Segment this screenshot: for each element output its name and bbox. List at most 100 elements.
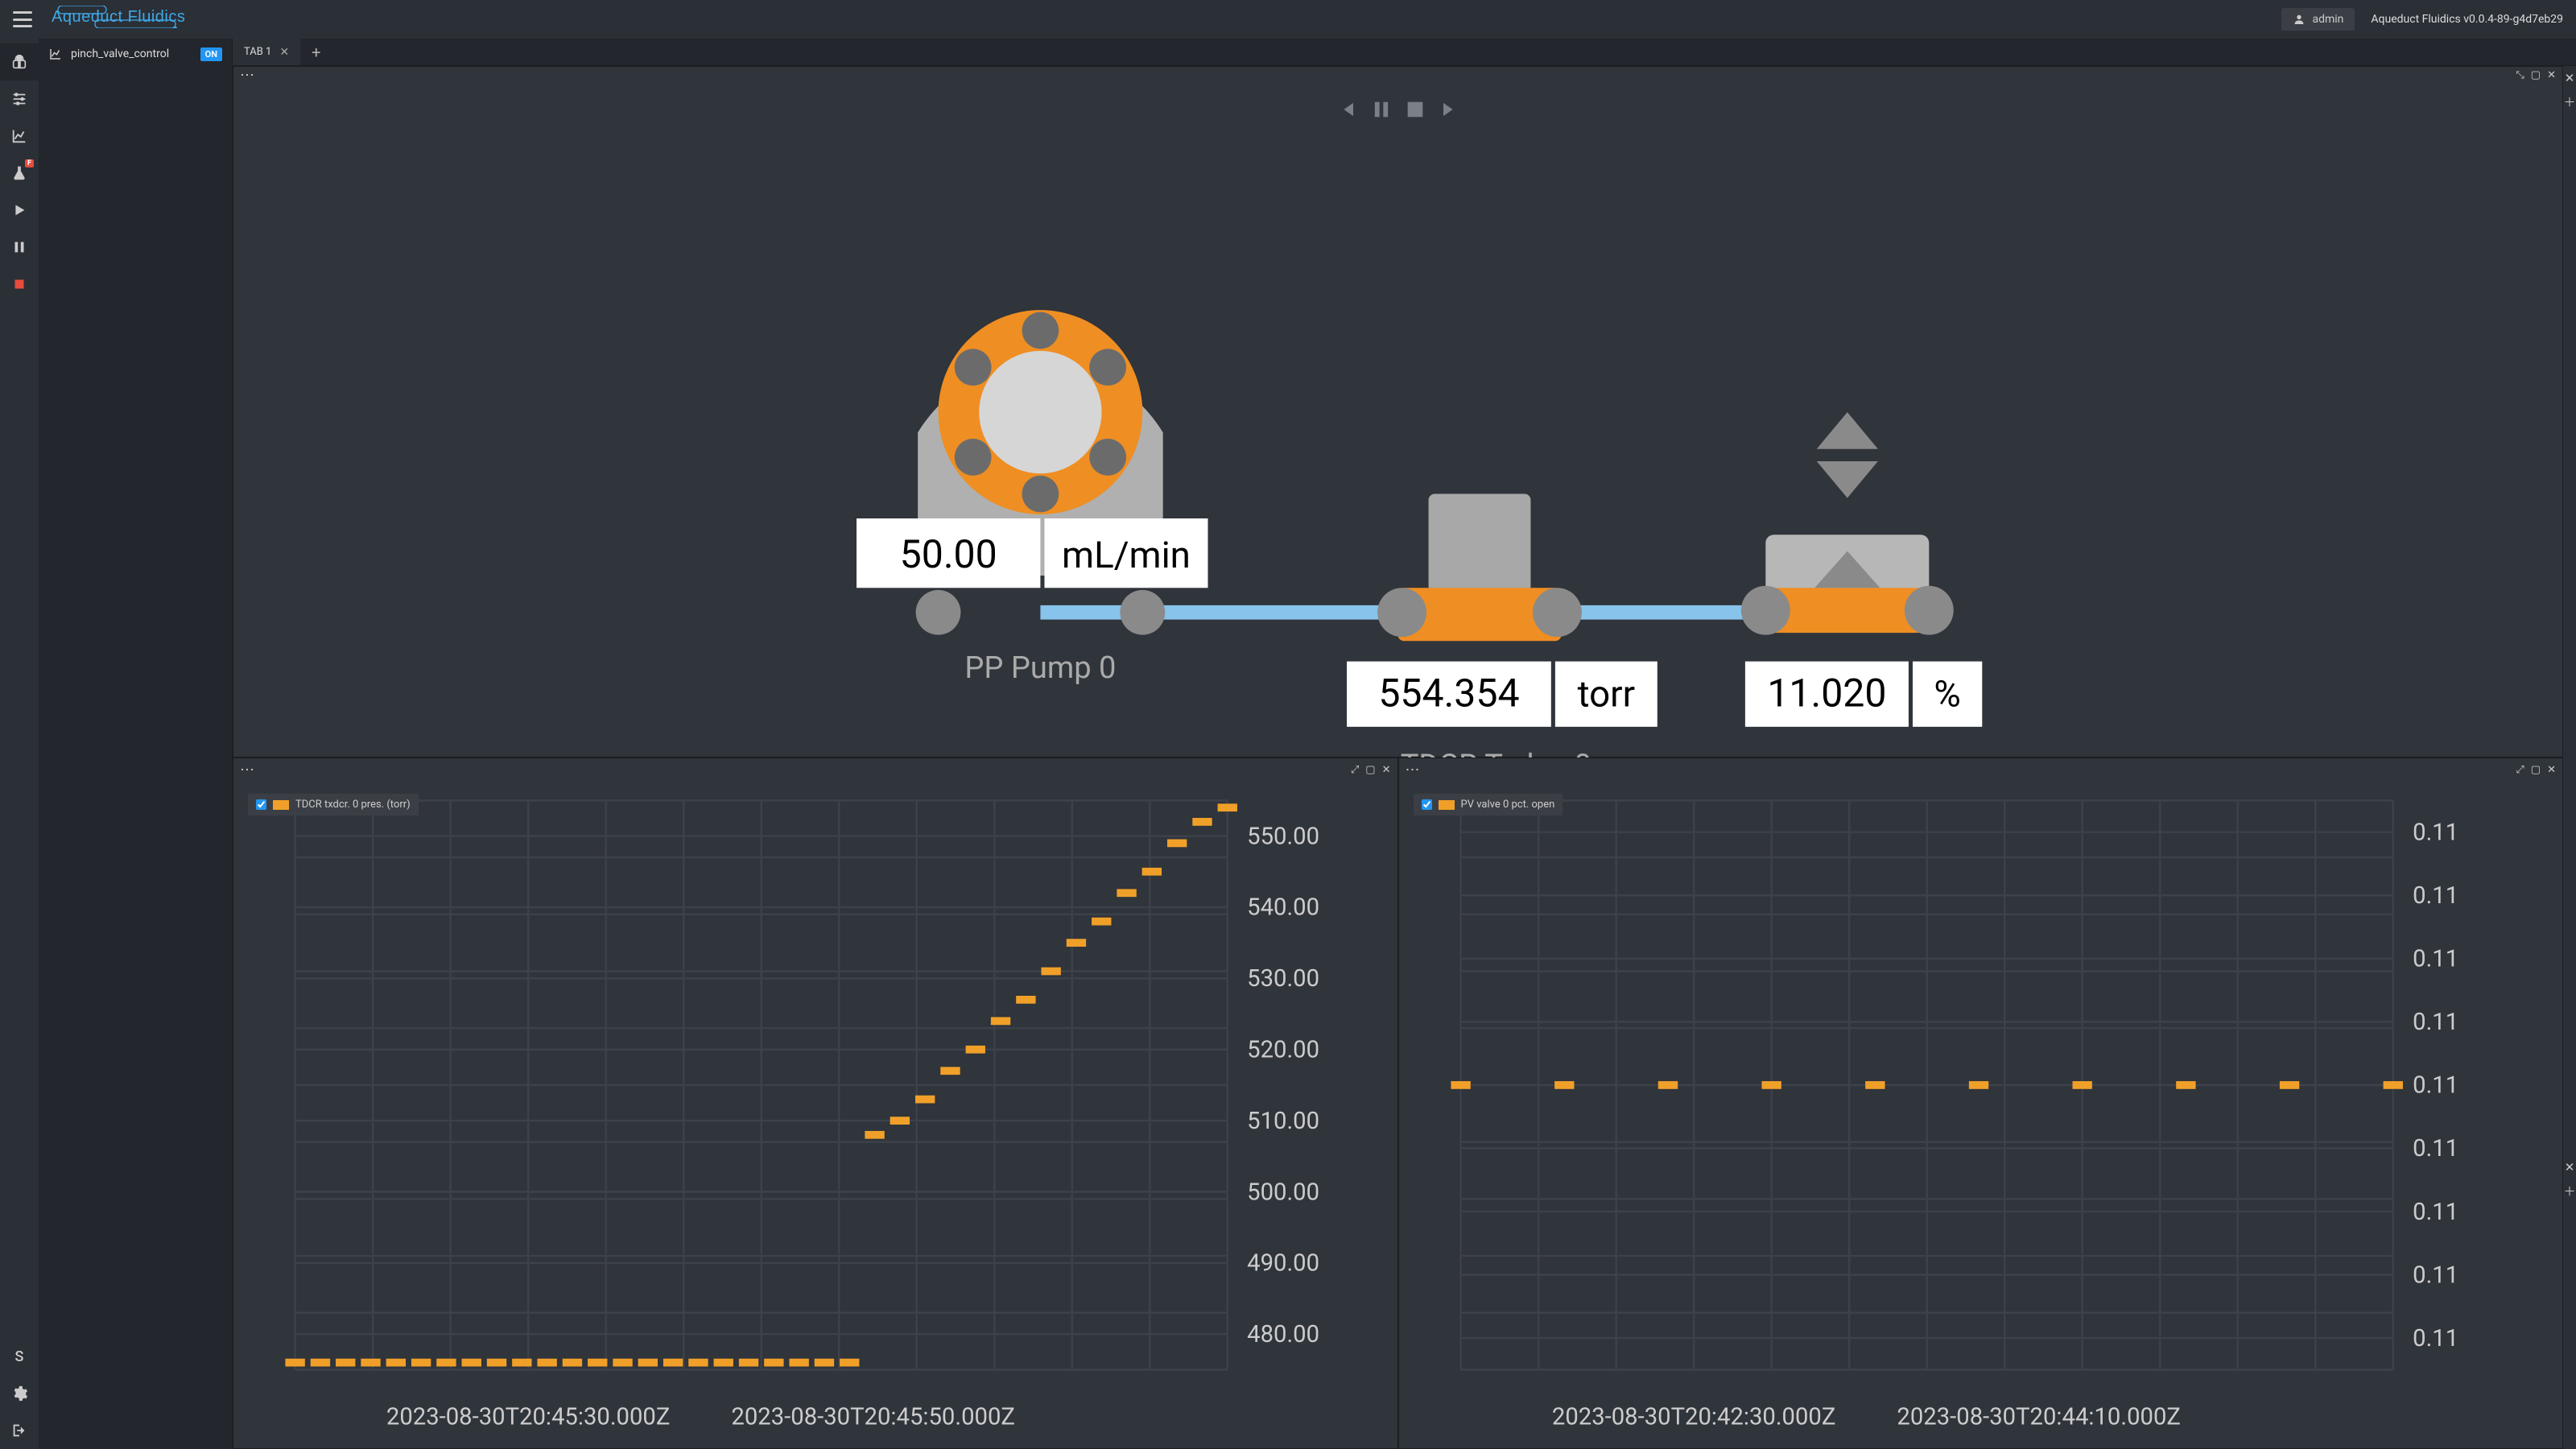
svg-text:0.11: 0.11 bbox=[2413, 1135, 2458, 1162]
panel-close-icon[interactable]: ✕ bbox=[2547, 69, 2556, 81]
rail-sliders-button[interactable] bbox=[0, 80, 39, 118]
legend-swatch bbox=[273, 800, 289, 810]
svg-text:500.00: 500.00 bbox=[1247, 1179, 1319, 1206]
stop-icon[interactable] bbox=[1404, 98, 1426, 121]
transducer-device[interactable]: 554.354 torr TDCR Txdcr. 0 bbox=[1347, 494, 1657, 784]
panel-collapse-icon[interactable]: ⤡ bbox=[2516, 69, 2524, 81]
workspace: TAB 1 ✕ + ⋯ ⤡ ▢ ✕ bbox=[233, 39, 2576, 1449]
user-name: admin bbox=[2312, 13, 2343, 26]
svg-text:540.00: 540.00 bbox=[1247, 894, 1319, 922]
svg-text:2023-08-30T20:44:10.000Z: 2023-08-30T20:44:10.000Z bbox=[1897, 1404, 2181, 1431]
side-panel: pinch_valve_control ON bbox=[39, 39, 233, 1449]
status-badge: ON bbox=[200, 47, 222, 61]
flask-badge: F bbox=[25, 159, 34, 167]
top-bar: Aqueduct Fluidics admin Aqueduct Fluidic… bbox=[0, 0, 2576, 39]
svg-text:PP Pump 0: PP Pump 0 bbox=[964, 650, 1116, 686]
pinch-valve-device[interactable]: 11.020 % PV bbox=[1741, 412, 1982, 788]
svg-text:550.00: 550.00 bbox=[1247, 823, 1319, 850]
gear-icon bbox=[10, 1385, 28, 1402]
svg-text:2023-08-30T20:45:50.000Z: 2023-08-30T20:45:50.000Z bbox=[731, 1404, 1015, 1431]
pressure-chart[interactable]: 480.00 490.00 500.00 510.00 520.00 530.00 540.… bbox=[233, 781, 1397, 1448]
pause-icon[interactable] bbox=[1370, 98, 1393, 121]
svg-text:0.11: 0.11 bbox=[2413, 1199, 2458, 1226]
panel-maximize-icon[interactable]: ▢ bbox=[2531, 69, 2541, 81]
svg-text:torr: torr bbox=[1578, 673, 1635, 716]
svg-text:554.354: 554.354 bbox=[1378, 670, 1519, 716]
tab-bar: TAB 1 ✕ + bbox=[233, 39, 2576, 66]
rail-s-button[interactable]: S bbox=[0, 1338, 39, 1375]
logout-icon bbox=[10, 1422, 28, 1439]
svg-text:0.11: 0.11 bbox=[2413, 946, 2458, 973]
legend-checkbox[interactable] bbox=[256, 799, 266, 810]
script-row[interactable]: pinch_valve_control ON bbox=[39, 39, 232, 69]
panel-menu-icon[interactable]: ⋯ bbox=[1406, 762, 1422, 778]
valve-chart[interactable]: 0.11 0.11 0.11 0.11 0.11 0.11 0.11 0.11 0.11 2023… bbox=[1399, 781, 2563, 1448]
panel-menu-icon[interactable]: ⋯ bbox=[240, 762, 256, 778]
gutter-close-icon[interactable]: ✕ bbox=[2565, 71, 2575, 85]
chart-icon bbox=[48, 47, 63, 61]
panel-expand-icon[interactable]: ⤢ bbox=[1351, 764, 1359, 776]
gutter-close-icon-2[interactable]: ✕ bbox=[2565, 1160, 2575, 1174]
svg-text:2023-08-30T20:42:30.000Z: 2023-08-30T20:42:30.000Z bbox=[1551, 1404, 1835, 1431]
tab-close-icon[interactable]: ✕ bbox=[279, 46, 289, 59]
user-button[interactable]: admin bbox=[2281, 8, 2355, 31]
chart-panel-valve: ⋯ ⤢ ▢ ✕ PV valve 0 pct. open 0.110.110.1… bbox=[1398, 758, 2564, 1449]
chart-legend[interactable]: PV valve 0 pct. open bbox=[1414, 794, 1563, 815]
svg-text:mL/min: mL/min bbox=[1062, 535, 1191, 577]
chart-panel-pressure: ⋯ ⤢ ▢ ✕ TDCR txdcr. 0 pres. (torr) 480.0… bbox=[233, 758, 1398, 1449]
device-diagram: 50.00 mL/min PP Pump 0 554.354 bbox=[233, 84, 2562, 843]
rail-stop-button[interactable] bbox=[0, 266, 39, 303]
step-fwd-icon[interactable] bbox=[1438, 98, 1460, 121]
svg-text:530.00: 530.00 bbox=[1247, 965, 1319, 993]
rail-charts-button[interactable] bbox=[0, 118, 39, 155]
svg-text:0.11: 0.11 bbox=[2413, 1072, 2458, 1100]
svg-text:0.11: 0.11 bbox=[2413, 1009, 2458, 1036]
version-label: Aqueduct Fluidics v0.0.4-89-g4d7eb29 bbox=[2371, 13, 2563, 26]
script-name: pinch_valve_control bbox=[71, 47, 192, 60]
svg-text:0.11: 0.11 bbox=[2413, 1261, 2458, 1289]
rail-devices-button[interactable] bbox=[0, 43, 39, 80]
svg-text:510.00: 510.00 bbox=[1247, 1108, 1319, 1135]
legend-swatch bbox=[1439, 800, 1455, 810]
svg-text:0.11: 0.11 bbox=[2413, 819, 2458, 846]
panel-close-icon[interactable]: ✕ bbox=[2547, 764, 2556, 776]
svg-text:490.00: 490.00 bbox=[1247, 1250, 1319, 1278]
svg-text:520.00: 520.00 bbox=[1247, 1036, 1319, 1063]
gutter-add-icon[interactable]: ＋ bbox=[2563, 93, 2575, 110]
svg-text:Aqueduct Fluidics: Aqueduct Fluidics bbox=[52, 8, 185, 26]
rail-play-button[interactable] bbox=[0, 192, 39, 229]
tab-label: TAB 1 bbox=[244, 46, 271, 58]
left-rail: F S bbox=[0, 39, 39, 1449]
rail-flask-button[interactable]: F bbox=[0, 155, 39, 192]
legend-label: TDCR txdcr. 0 pres. (torr) bbox=[295, 799, 411, 811]
panel-close-icon[interactable]: ✕ bbox=[1382, 764, 1391, 776]
rail-settings-button[interactable] bbox=[0, 1375, 39, 1412]
svg-text:50.00: 50.00 bbox=[900, 531, 997, 577]
rail-logout-button[interactable] bbox=[0, 1412, 39, 1449]
panel-expand-icon[interactable]: ⤢ bbox=[2516, 764, 2524, 776]
svg-text:480.00: 480.00 bbox=[1247, 1321, 1319, 1348]
tab-1[interactable]: TAB 1 ✕ bbox=[233, 39, 300, 65]
hamburger-icon[interactable] bbox=[13, 11, 32, 27]
legend-checkbox[interactable] bbox=[1422, 799, 1432, 810]
panel-menu-icon[interactable]: ⋯ bbox=[240, 67, 256, 84]
panel-maximize-icon[interactable]: ▢ bbox=[1365, 764, 1375, 776]
user-icon bbox=[2293, 13, 2306, 26]
pump-device[interactable]: 50.00 mL/min PP Pump 0 bbox=[857, 310, 1208, 686]
chart-legend[interactable]: TDCR txdcr. 0 pres. (torr) bbox=[248, 794, 419, 815]
legend-label: PV valve 0 pct. open bbox=[1461, 799, 1555, 811]
transport-controls bbox=[1336, 98, 1460, 121]
svg-text:%: % bbox=[1934, 673, 1960, 716]
tab-add-button[interactable]: + bbox=[300, 43, 332, 62]
step-back-icon[interactable] bbox=[1336, 98, 1359, 121]
svg-text:0.11: 0.11 bbox=[2413, 882, 2458, 910]
rail-pause-button[interactable] bbox=[0, 229, 39, 266]
gutter-add-icon-2[interactable]: ＋ bbox=[2563, 1183, 2575, 1199]
right-gutter: ✕ ＋ ✕ ＋ bbox=[2563, 66, 2576, 1449]
diagram-panel: ⋯ ⤡ ▢ ✕ bbox=[233, 66, 2563, 758]
svg-text:2023-08-30T20:45:30.000Z: 2023-08-30T20:45:30.000Z bbox=[386, 1404, 671, 1431]
panel-maximize-icon[interactable]: ▢ bbox=[2531, 764, 2541, 776]
svg-text:0.11: 0.11 bbox=[2413, 1325, 2458, 1352]
svg-text:11.020: 11.020 bbox=[1767, 670, 1886, 716]
brand-logo: Aqueduct Fluidics bbox=[52, 6, 213, 33]
